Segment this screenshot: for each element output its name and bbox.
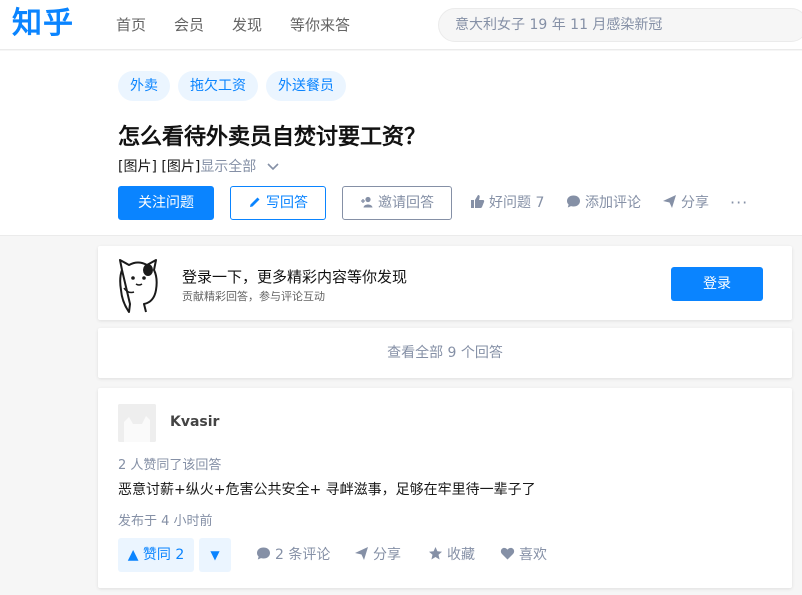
good-question-button[interactable]: 好问题 7 [470,186,544,220]
invite-icon [361,196,373,208]
share-label: 分享 [681,195,709,211]
top-navbar: 知乎 首页 会员 发现 等你来答 [0,0,802,50]
login-prompt-card: 登录一下，更多精彩内容等你发现 贡献精彩回答，参与评论互动 登录 [98,246,792,320]
add-comment-button[interactable]: 添加评论 [566,186,641,220]
follow-question-button[interactable]: 关注问题 [118,186,214,220]
topic-tags: 外卖 拖欠工资 外送餐员 [118,71,346,101]
avatar-image [118,404,156,442]
question-detail-text: [图片] [图片] [118,159,201,175]
star-icon [429,547,442,560]
nav-waiting[interactable]: 等你来答 [290,14,350,36]
author-name[interactable]: Kvasir [170,414,219,430]
upvote-button[interactable]: ▲ 赞同 2 [118,538,194,572]
answer-time[interactable]: 发布于 4 小时前 [118,510,213,529]
search-box [438,8,802,42]
nav-discover[interactable]: 发现 [232,14,262,36]
comment-icon [567,195,580,208]
like-button[interactable]: 喜欢 [500,538,547,572]
view-all-answers-button[interactable]: 查看全部 9 个回答 [98,328,792,378]
like-label: 喜欢 [519,547,547,563]
nav-home[interactable]: 首页 [116,14,146,36]
write-answer-button[interactable]: 写回答 [230,186,326,220]
search-input[interactable] [455,9,802,41]
heart-icon [500,547,515,560]
collect-button[interactable]: 收藏 [428,538,475,572]
question-header: 外卖 拖欠工资 外送餐员 怎么看待外卖员自焚讨要工资？ [图片] [图片]显示全… [0,51,802,236]
mascot-illustration [119,259,158,313]
show-all-label: 显示全部 [200,159,257,175]
question-detail: [图片] [图片]显示全部 [118,157,281,177]
share-icon [355,547,368,560]
avatar[interactable] [118,404,156,442]
share-button[interactable]: 分享 [662,186,709,220]
share-label: 分享 [373,547,401,563]
invite-answer-label: 邀请回答 [378,195,434,211]
good-question-label: 好问题 7 [489,195,545,211]
login-button[interactable]: 登录 [671,267,763,301]
collect-label: 收藏 [447,547,475,563]
question-actions: 关注问题 写回答 邀请回答 好问题 7 添加评论 分享 ··· [118,186,798,220]
agree-info: 2 人赞同了该回答 [118,458,222,473]
add-comment-label: 添加评论 [585,195,641,211]
chevron-down-icon [267,163,279,171]
write-answer-label: 写回答 [266,195,308,211]
topic-tag[interactable]: 外送餐员 [266,71,346,101]
show-all-link[interactable]: 显示全部 [200,159,280,175]
invite-answer-button[interactable]: 邀请回答 [342,186,452,220]
more-button[interactable]: ··· [730,186,748,220]
topic-tag[interactable]: 拖欠工资 [178,71,258,101]
topic-tag[interactable]: 外卖 [118,71,170,101]
answer-content: 恶意讨薪+纵火+危害公共安全+ 寻衅滋事，足够在牢里待一辈子了 [118,482,536,498]
comment-icon [257,547,270,560]
nav-vip[interactable]: 会员 [174,14,204,36]
comments-label: 2 条评论 [275,547,331,563]
thumb-up-icon [471,195,485,208]
zhihu-logo[interactable]: 知乎 [12,6,74,42]
login-prompt-title: 登录一下，更多精彩内容等你发现 [182,268,408,286]
pen-icon [250,197,260,207]
question-title: 怎么看待外卖员自焚讨要工资？ [118,125,427,150]
share-button[interactable]: 分享 [354,538,401,572]
downvote-button[interactable]: ▼ [199,538,231,572]
main-nav: 首页 会员 发现 等你来答 [116,14,350,36]
share-icon [663,195,676,208]
login-prompt-subtitle: 贡献精彩回答，参与评论互动 [182,290,325,303]
comments-button[interactable]: 2 条评论 [256,538,330,572]
answer-card: Kvasir 2 人赞同了该回答 恶意讨薪+纵火+危害公共安全+ 寻衅滋事，足够… [98,388,792,588]
